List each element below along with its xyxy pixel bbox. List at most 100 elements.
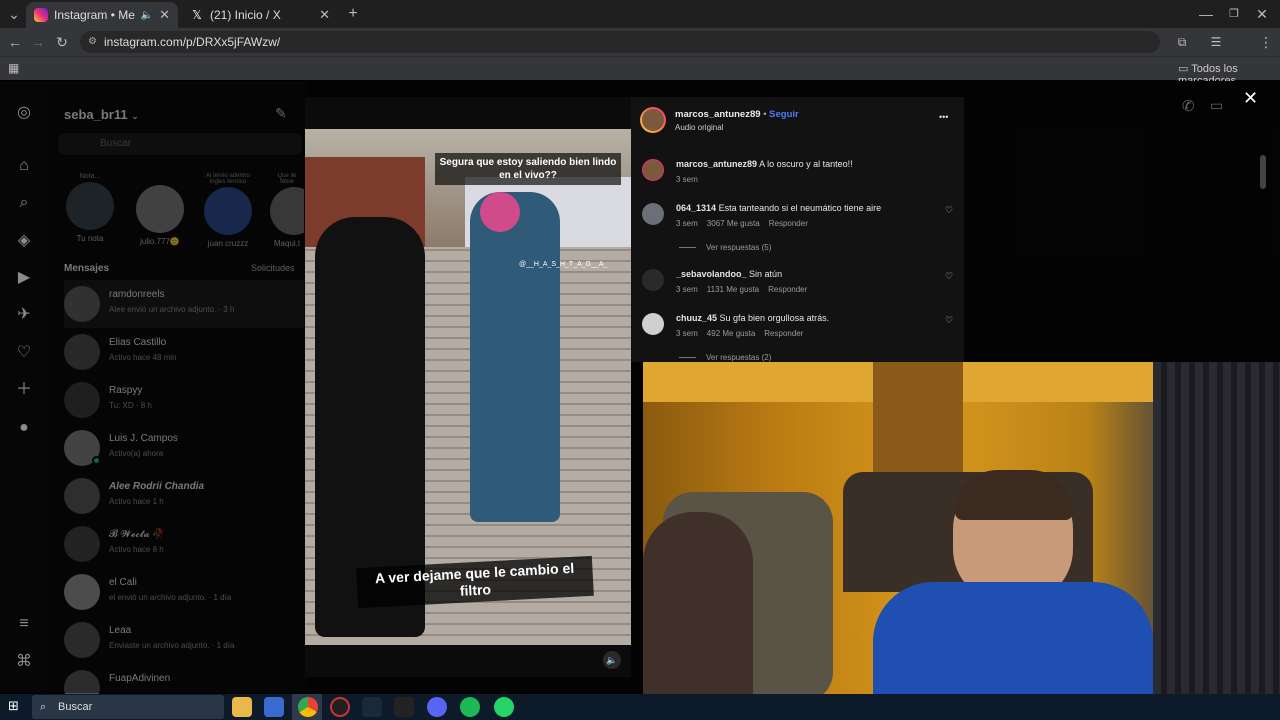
mute-toggle-icon[interactable]: 🔈 — [603, 651, 621, 669]
avatar[interactable] — [642, 269, 664, 291]
comment-text: _sebavolandoo_ Sin atún — [676, 269, 782, 279]
reel-video[interactable]: Segura que estoy saliendo bien lindo en … — [305, 97, 631, 677]
comment-body: A lo oscuro y al tanteo!! — [759, 159, 853, 169]
webcam-overlay — [643, 362, 1280, 694]
steam-icon[interactable] — [362, 697, 382, 717]
reply-button[interactable]: Responder — [769, 219, 808, 228]
folder-icon: ▭ — [1178, 63, 1189, 75]
address-bar[interactable]: ⚙ instagram.com/p/DRXx5jFAWzw/ — [80, 31, 1160, 53]
comment-likes[interactable]: 1131 Me gusta — [707, 285, 759, 294]
url-text: instagram.com/p/DRXx5jFAWzw/ — [104, 35, 281, 49]
windows-start-icon[interactable]: ⊞ — [8, 699, 22, 713]
comment-meta: 3 sem 3067 Me gusta Responder — [676, 219, 817, 228]
search-icon[interactable]: ⌕ — [14, 193, 34, 213]
comment-meta: 3 sem — [676, 175, 707, 184]
like-heart-icon[interactable]: ♡ — [945, 271, 953, 282]
epic-games-icon[interactable] — [394, 697, 414, 717]
more-menu-icon[interactable]: ≡ — [14, 614, 34, 634]
menu-kebab-icon[interactable]: ⋮ — [1256, 28, 1276, 56]
audio-label[interactable]: Audio original — [675, 123, 723, 132]
instagram-logo-icon[interactable]: ◎ — [14, 103, 34, 123]
whatsapp-icon[interactable] — [494, 697, 514, 717]
comment-username[interactable]: chuuz_45 — [676, 313, 717, 323]
notifications-icon[interactable]: ♡ — [14, 343, 34, 363]
webcam-person-hair — [955, 470, 1073, 520]
window-close-icon[interactable]: ✕ — [1252, 0, 1272, 28]
video-pink-hair — [480, 192, 520, 232]
view-replies-link[interactable]: Ver respuestas (2) — [679, 353, 771, 362]
profile-icon[interactable]: ● — [14, 418, 34, 438]
search-icon: ⌕ — [40, 701, 47, 713]
post-author[interactable]: marcos_antunez89 • Seguir — [675, 109, 799, 120]
follow-button[interactable]: Seguir — [769, 109, 799, 120]
explore-icon[interactable]: ◈ — [14, 231, 34, 251]
reply-button[interactable]: Responder — [768, 285, 807, 294]
webcam-person-left — [643, 512, 753, 694]
restore-icon[interactable]: ❐ — [1224, 0, 1244, 28]
discord-icon[interactable] — [427, 697, 447, 717]
comment-time: 3 sem — [676, 285, 698, 294]
comment-body: Sin atún — [749, 269, 783, 279]
video-watermark: @__H_A_S_H_T_A_G__A_ — [519, 261, 608, 268]
tab-search-icon[interactable]: ⌄ — [4, 0, 24, 28]
view-replies-link[interactable]: Ver respuestas (5) — [679, 243, 771, 252]
forward-icon[interactable]: → — [28, 28, 48, 56]
avatar[interactable] — [642, 159, 664, 181]
site-info-icon[interactable]: ⚙ — [88, 31, 97, 53]
comment-body: Su gfa bien orgullosa atrás. — [719, 313, 830, 323]
avatar[interactable] — [642, 313, 664, 335]
media-control-icon[interactable]: ☰ — [1206, 28, 1226, 56]
webcam-curtain — [1153, 362, 1280, 694]
page-scrollbar[interactable] — [1260, 155, 1266, 189]
close-modal-icon[interactable]: ✕ — [1243, 88, 1258, 109]
tab-title: Instagram • Mensajes — [54, 8, 135, 22]
messages-icon[interactable]: ✈ — [14, 305, 34, 325]
comment-time: 3 sem — [676, 175, 698, 184]
extensions-icon[interactable]: ⧉ — [1172, 28, 1192, 56]
tab-instagram[interactable]: Instagram • Mensajes 🔈 ✕ — [26, 2, 178, 28]
tab-x[interactable]: 𝕏 (21) Inicio / X ✕ — [182, 2, 338, 28]
home-icon[interactable]: ⌂ — [14, 156, 34, 176]
app-icon[interactable] — [330, 697, 350, 717]
store-icon[interactable] — [264, 697, 284, 717]
close-tab-icon[interactable]: ✕ — [159, 7, 170, 23]
spotify-icon[interactable] — [460, 697, 480, 717]
apps-grid-icon[interactable]: ▦ — [8, 61, 19, 75]
minimize-icon[interactable]: — — [1196, 0, 1216, 28]
comment-text: chuuz_45 Su gfa bien orgullosa atrás. — [676, 313, 829, 323]
comment-likes[interactable]: 3067 Me gusta — [707, 219, 760, 228]
comment-username[interactable]: 064_1314 — [676, 203, 716, 213]
webcam-person-shirt — [873, 582, 1153, 694]
create-icon[interactable]: ＋ — [14, 380, 34, 400]
browser-tabstrip: ⌄ Instagram • Mensajes 🔈 ✕ 𝕏 (21) Inicio… — [0, 0, 1280, 28]
reply-button[interactable]: Responder — [764, 329, 803, 338]
avatar[interactable] — [642, 203, 664, 225]
instagram-left-nav: ◎ ⌂ ⌕ ◈ ▶ ✈ ♡ ＋ ● ≡ ⌘ — [0, 81, 48, 693]
instagram-favicon-icon — [34, 8, 48, 22]
reels-icon[interactable]: ▶ — [14, 268, 34, 288]
author-avatar-ring[interactable] — [640, 107, 666, 133]
comment-meta: 3 sem 1131 Me gusta Responder — [676, 285, 816, 294]
taskbar-search-box[interactable]: ⌕ Buscar — [32, 695, 224, 719]
video-top-bar — [305, 97, 631, 129]
video-caption-top: Segura que estoy saliendo bien lindo en … — [435, 153, 621, 185]
comment-likes[interactable]: 492 Me gusta — [707, 329, 755, 338]
call-icon: ✆ — [1182, 98, 1195, 115]
x-favicon-icon: 𝕏 — [192, 8, 202, 22]
avatar — [642, 109, 664, 131]
reload-icon[interactable]: ↻ — [52, 28, 72, 56]
comment-username[interactable]: marcos_antunez89 — [676, 159, 757, 169]
new-tab-icon[interactable]: + — [343, 0, 363, 28]
like-heart-icon[interactable]: ♡ — [945, 315, 953, 326]
close-tab-icon[interactable]: ✕ — [319, 7, 330, 23]
speaker-icon[interactable]: 🔈 — [141, 10, 153, 21]
comment-time: 3 sem — [676, 219, 698, 228]
comment-text: marcos_antunez89 A lo oscuro y al tanteo… — [676, 159, 853, 169]
chrome-icon[interactable] — [298, 697, 318, 717]
more-options-icon[interactable]: ••• — [939, 112, 948, 122]
file-explorer-icon[interactable] — [232, 697, 252, 717]
like-heart-icon[interactable]: ♡ — [945, 205, 953, 216]
comment-username[interactable]: _sebavolandoo_ — [676, 269, 747, 279]
back-icon[interactable]: ← — [5, 28, 25, 56]
meta-apps-icon[interactable]: ⌘ — [14, 652, 34, 672]
